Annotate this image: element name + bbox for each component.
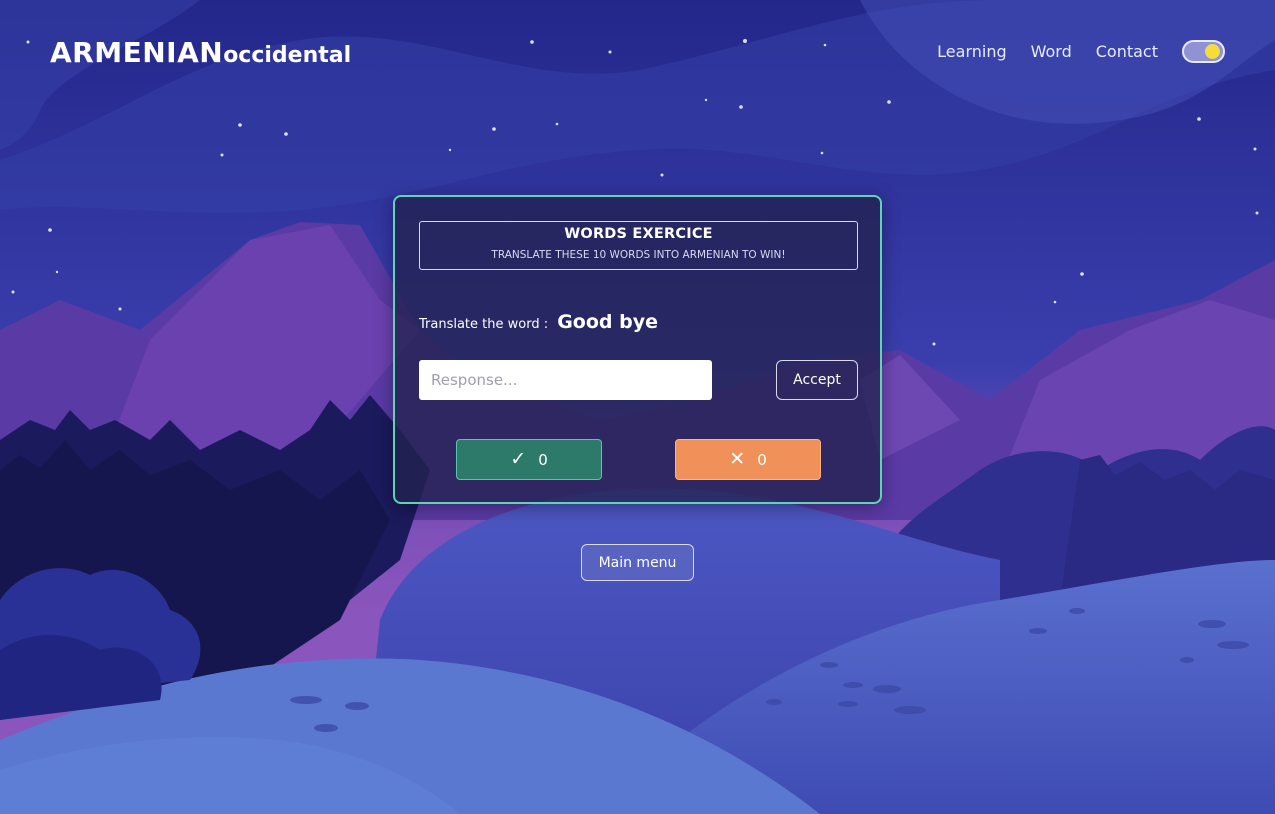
exercise-card: WORDS EXERCICE TRANSLATE THESE 10 WORDS … xyxy=(393,195,882,504)
brand-primary: ARMENIAN xyxy=(50,36,224,69)
correct-counter: ✓ 0 xyxy=(456,439,602,480)
theme-toggle[interactable] xyxy=(1182,40,1225,63)
exercise-header: WORDS EXERCICE TRANSLATE THESE 10 WORDS … xyxy=(419,221,858,270)
top-nav: Learning Word Contact xyxy=(937,40,1225,63)
site-logo[interactable]: ARMENIANoccidental xyxy=(50,36,351,69)
brand-secondary: occidental xyxy=(223,43,352,68)
exercise-title: WORDS EXERCICE xyxy=(564,226,713,242)
response-input[interactable] xyxy=(419,360,712,400)
exercise-subtitle: TRANSLATE THESE 10 WORDS INTO ARMENIAN T… xyxy=(491,249,786,261)
cross-icon: ✕ xyxy=(729,448,746,470)
prompt-word: Good bye xyxy=(557,311,658,333)
check-icon: ✓ xyxy=(510,448,527,470)
accept-button[interactable]: Accept xyxy=(776,360,858,400)
translate-prompt: Translate the word : Good bye xyxy=(419,311,658,333)
main-menu-button[interactable]: Main menu xyxy=(581,544,694,581)
correct-count: 0 xyxy=(538,450,548,469)
nav-learning[interactable]: Learning xyxy=(937,42,1006,61)
prompt-label: Translate the word : xyxy=(419,317,549,332)
nav-contact[interactable]: Contact xyxy=(1096,42,1158,61)
toggle-knob xyxy=(1205,44,1220,59)
wrong-counter: ✕ 0 xyxy=(675,439,821,480)
nav-word[interactable]: Word xyxy=(1031,42,1072,61)
wrong-count: 0 xyxy=(757,450,767,469)
